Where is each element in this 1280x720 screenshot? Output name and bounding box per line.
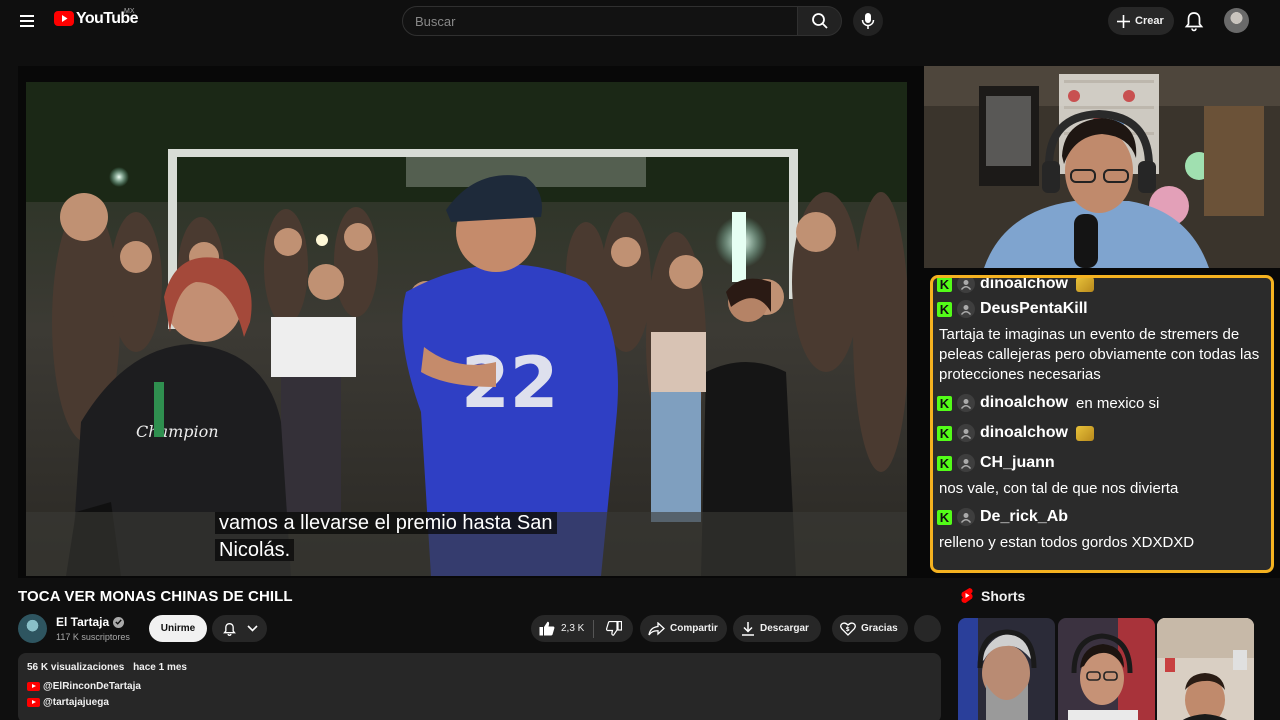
- bell-icon: [222, 622, 236, 636]
- channel-link[interactable]: @ElRinconDeTartaja: [27, 681, 932, 692]
- kick-badge-icon: K: [937, 395, 952, 411]
- chat-message-text: en mexico si: [1076, 394, 1160, 412]
- emote-icon: [1076, 425, 1094, 441]
- dislike-button[interactable]: [594, 615, 633, 642]
- search-button[interactable]: [797, 6, 842, 36]
- create-button[interactable]: Crear: [1108, 7, 1174, 35]
- short-thumbnail[interactable]: [958, 618, 1055, 720]
- chat-username: CH_juann: [980, 454, 1055, 471]
- user-icon: [957, 278, 975, 293]
- upload-date: hace 1 mes: [133, 662, 187, 673]
- logo-country-code: MX: [124, 8, 135, 15]
- stream-chat-overlay: K dinoalchow K DeusPentaKill Tartaja te …: [930, 275, 1274, 573]
- notifications-button[interactable]: [1183, 9, 1205, 33]
- like-count: 2,3 K: [561, 623, 585, 634]
- chat-message: K De_rick_Ab: [937, 502, 1267, 532]
- bell-icon: [1184, 12, 1204, 32]
- streamer-webcam: [924, 66, 1280, 268]
- thumbs-down-icon: [605, 621, 622, 636]
- download-label: Descargar: [760, 623, 809, 634]
- svg-text:$: $: [846, 626, 850, 633]
- like-dislike-group: 2,3 K: [531, 615, 633, 642]
- shorts-header: Shorts: [960, 587, 1025, 604]
- thanks-label: Gracias: [861, 623, 898, 634]
- video-title: TOCA VER MONAS CHINAS DE CHILL: [18, 588, 293, 605]
- chat-message-text: Tartaja te imaginas un evento de stremer…: [939, 326, 1260, 383]
- webcam-image: [924, 66, 1280, 268]
- chat-username: DeusPentaKill: [980, 300, 1088, 317]
- channel-avatar[interactable]: [18, 614, 47, 643]
- channel-link-text: @ElRinconDeTartaja: [43, 681, 141, 692]
- chat-message: K dinoalchow en mexico si: [937, 388, 1267, 418]
- short-thumbnail-image: [1058, 618, 1155, 720]
- chat-username: dinoalchow: [980, 424, 1068, 441]
- download-button[interactable]: Descargar: [733, 615, 821, 642]
- short-thumbnail[interactable]: [1058, 618, 1155, 720]
- short-thumbnail[interactable]: [1157, 618, 1254, 720]
- view-count: 56 K visualizaciones: [27, 662, 125, 673]
- share-label: Compartir: [670, 623, 718, 634]
- emote-icon: [1076, 278, 1094, 292]
- search-input[interactable]: [402, 6, 798, 36]
- share-button[interactable]: Compartir: [640, 615, 727, 642]
- plus-icon: [1117, 14, 1130, 28]
- chat-message: K DeusPentaKill: [937, 294, 1267, 324]
- chevron-down-icon: [246, 625, 258, 632]
- create-label: Crear: [1135, 15, 1164, 27]
- video-subtitle: vamos a llevarse el premio hasta San Nic…: [215, 510, 595, 564]
- voice-search-button[interactable]: [853, 6, 883, 36]
- kick-badge-icon: K: [937, 301, 952, 317]
- kick-badge-icon: K: [937, 509, 952, 525]
- subscriber-count: 117 K suscriptores: [56, 632, 130, 642]
- chat-message: K dinoalchow: [937, 275, 1267, 294]
- youtube-play-icon: [54, 11, 74, 26]
- channel-link[interactable]: @tartajajuega: [27, 697, 932, 708]
- thanks-button[interactable]: $ Gracias: [832, 615, 908, 642]
- chat-username: De_rick_Ab: [980, 508, 1069, 525]
- youtube-icon: [27, 682, 40, 691]
- svg-text:Champion: Champion: [136, 422, 219, 441]
- description-box[interactable]: 56 K visualizaciones hace 1 mes @ElRinco…: [18, 653, 941, 720]
- mic-icon: [861, 13, 875, 29]
- chat-username: dinoalchow: [980, 394, 1068, 411]
- shorts-title: Shorts: [981, 587, 1026, 604]
- user-icon: [957, 394, 975, 412]
- user-icon: [957, 508, 975, 526]
- short-thumbnail-image: [958, 618, 1055, 720]
- channel-link-text: @tartajajuega: [43, 697, 109, 708]
- more-actions-button[interactable]: [914, 615, 941, 642]
- chat-message: K dinoalchow: [937, 418, 1267, 448]
- verified-icon: [113, 616, 125, 628]
- user-icon: [957, 454, 975, 472]
- chat-message: K CH_juann: [937, 448, 1267, 478]
- kick-badge-icon: K: [937, 455, 952, 471]
- short-thumbnail-image: [1157, 618, 1254, 720]
- like-button[interactable]: 2,3 K: [531, 615, 593, 642]
- masthead: YouTube MX Crear: [0, 0, 1280, 42]
- kick-badge-icon: K: [937, 278, 952, 292]
- search-icon: [811, 13, 828, 29]
- download-icon: [742, 622, 754, 636]
- kick-badge-icon: K: [937, 425, 952, 441]
- youtube-logo[interactable]: YouTube MX: [54, 8, 138, 32]
- chat-message-text: nos vale, con tal de que nos divierta: [939, 480, 1179, 497]
- video-frame[interactable]: Champion 22: [26, 82, 907, 576]
- user-icon: [957, 424, 975, 442]
- join-button[interactable]: Unirme: [149, 615, 207, 642]
- chat-username: dinoalchow: [980, 275, 1068, 292]
- video-scene-image: Champion 22: [26, 82, 907, 576]
- user-icon: [957, 300, 975, 318]
- shorts-icon: [961, 588, 973, 603]
- youtube-icon: [27, 698, 40, 707]
- channel-name-link[interactable]: El Tartaja: [56, 615, 125, 629]
- thumbs-up-icon: [539, 621, 555, 636]
- account-avatar[interactable]: [1224, 8, 1249, 33]
- share-icon: [648, 621, 665, 635]
- description-meta: 56 K visualizaciones hace 1 mes: [27, 662, 932, 673]
- subscribed-notifications-button[interactable]: [212, 615, 267, 642]
- chat-message-text: relleno y estan todos gordos XDXDXD: [939, 534, 1195, 551]
- menu-icon[interactable]: [14, 10, 40, 32]
- channel-name: El Tartaja: [56, 615, 110, 629]
- thanks-heart-icon: $: [840, 621, 856, 636]
